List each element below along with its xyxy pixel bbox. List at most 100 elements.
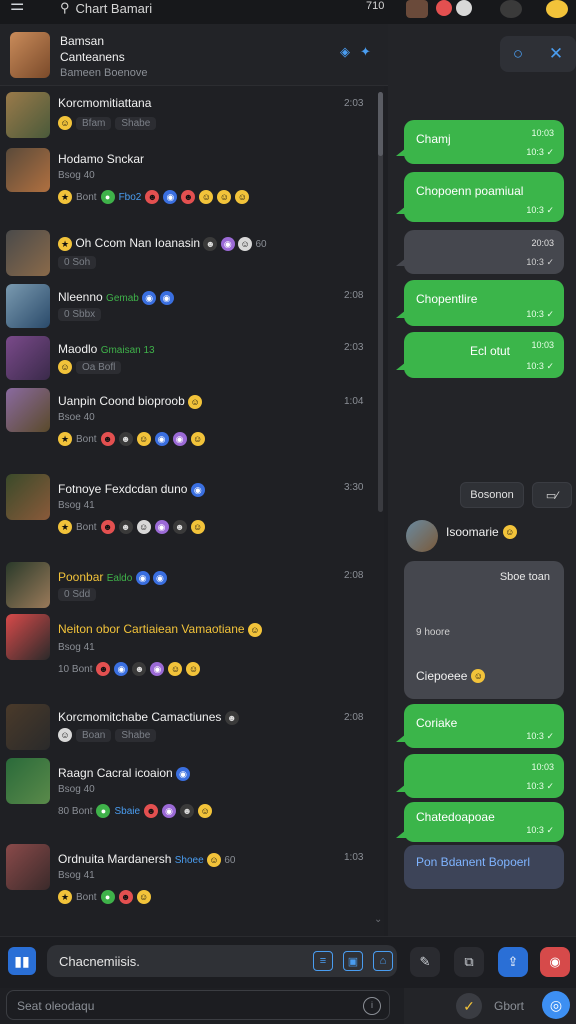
emoji-icon: ☻ xyxy=(145,190,160,204)
hamburger-menu-icon[interactable]: ☰ xyxy=(10,0,32,14)
avatar[interactable] xyxy=(10,32,50,78)
list-item[interactable]: Fotnoye Fexdcdan duno ◉ 3:30 Bsog 41 ★ B… xyxy=(0,474,380,544)
emoji-icon: ☺ xyxy=(247,623,262,637)
input-placeholder: Chacnemiisis. xyxy=(59,954,140,969)
document-icon[interactable]: ✎ xyxy=(410,947,440,977)
conversation-name-text: Ordnuita Mardanersh xyxy=(58,852,172,866)
conversation-name-text: Raagn Cacral icoaion xyxy=(58,766,173,780)
avatar xyxy=(6,388,50,432)
conversation-preview: 0 Soh xyxy=(58,256,97,269)
conversation-preview: 0 Sbbx xyxy=(58,308,102,321)
title-search[interactable]: ⚲ Chart Bamari xyxy=(60,0,152,16)
avatar[interactable] xyxy=(500,0,522,18)
message-input[interactable]: Chacnemiisis. ≡ ▣ ⌂ xyxy=(47,945,397,977)
conversation-preview: Bsog 41 xyxy=(58,500,95,511)
timestamp-text: 10:3 xyxy=(526,361,544,371)
emoji-icon: ☺ xyxy=(471,669,486,683)
record-button[interactable]: ◉ xyxy=(540,947,570,977)
card-footer-text: Ciepoeee xyxy=(416,669,468,683)
list-item[interactable]: Korcmomitiattana 2:03 ☺ Bfam Shabe xyxy=(0,92,380,142)
conversation-preview: 0 Sdd xyxy=(58,588,97,601)
timestamp-text: 10:3 xyxy=(526,205,544,215)
conversation-preview: Oa Bofl xyxy=(76,360,122,374)
emoji-icon: ☻ xyxy=(118,432,133,446)
message-meta: 10:03 xyxy=(531,128,554,138)
image-icon[interactable]: ▣ xyxy=(343,951,363,971)
list-item[interactable]: Poonbar Ealdo ◉ ◉ 2:08 0 Sdd xyxy=(0,562,380,612)
check-icon[interactable]: ✓ xyxy=(456,993,482,1019)
message-bubble[interactable]: Chopentlire 10:3 ✓ xyxy=(404,280,564,326)
message-bubble[interactable]: Coriake 10:3 ✓ xyxy=(404,704,564,748)
share-button[interactable]: ⇪ xyxy=(498,947,528,977)
avatar[interactable] xyxy=(406,520,438,552)
emoji-icon: ☻ xyxy=(96,662,111,676)
emoji-icon: ☻ xyxy=(100,432,115,446)
conversation-name: Korcmomitiattana xyxy=(58,96,152,110)
top-counter: 710 xyxy=(366,0,385,12)
scrollbar-thumb[interactable] xyxy=(378,92,383,156)
timestamp-text: 10:3 xyxy=(526,825,544,835)
conversation-tag: Ealdo xyxy=(106,573,133,584)
conversation-name: Uanpin Coond bioproob ☺ xyxy=(58,394,203,409)
action-chip[interactable]: Bosonon xyxy=(460,482,524,508)
circle-icon[interactable]: ○ xyxy=(513,44,523,64)
conversation-name: Poonbar Ealdo ◉ ◉ xyxy=(58,570,167,585)
list-item[interactable]: Ordnuita Mardanersh Shoee ☺ 60 1:03 Bsog… xyxy=(0,844,380,910)
message-bubble[interactable]: Pon Bdanent Bopoerl xyxy=(404,845,564,889)
feed-label: 10 Bont xyxy=(58,663,93,675)
search-field[interactable]: Seat oleodaqu i xyxy=(6,990,390,1020)
compose-fab[interactable]: ◎ xyxy=(542,991,570,1019)
conversation-tag: Shabe xyxy=(115,728,157,742)
avatar xyxy=(6,92,50,138)
app-title: Chart Bamari xyxy=(75,0,153,16)
shield-icon[interactable]: ◈ xyxy=(340,44,350,60)
emoji-icon: ● xyxy=(96,804,111,818)
list-item[interactable]: Maodlo Gmaisan 13 2:03 ☺ Oa Bofl xyxy=(0,336,380,386)
list-icon[interactable]: ≡ xyxy=(313,951,333,971)
avatar[interactable] xyxy=(406,0,428,18)
attach-button[interactable]: ▮▮ xyxy=(8,947,36,975)
message-timestamp: 10:3 ✓ xyxy=(526,825,554,835)
conversation-preview: Bsog 41 xyxy=(58,870,95,881)
list-item[interactable]: Hodamo Snckar Bsog 40 ★ Bont ● Fbo2 ☻ ◉ … xyxy=(0,148,380,218)
list-item[interactable]: Nleenno Gemab ◉ ◉ 2:08 0 Sbbx xyxy=(0,284,380,332)
info-icon[interactable]: i xyxy=(363,997,381,1015)
pin-icon[interactable]: ✦ xyxy=(360,44,371,60)
close-icon[interactable]: ✕ xyxy=(549,44,563,64)
message-bubble[interactable]: 10:03 10:3 ✓ xyxy=(404,754,564,798)
avatar xyxy=(6,562,50,608)
message-bubble[interactable]: Chamj 10:03 10:3 ✓ xyxy=(404,120,564,164)
sender-name-text: Isoomarie xyxy=(446,525,499,539)
conversation-name-text: Maodlo xyxy=(58,342,98,356)
list-item[interactable]: ★ Oh Ccom Nan Ioanasin ☻ ◉ ☺ 60 0 Soh xyxy=(0,230,380,280)
scroll-down-icon[interactable]: ⌄ xyxy=(374,914,382,925)
edit-chip[interactable]: ▭⁄ xyxy=(532,482,572,508)
status-icon xyxy=(456,0,472,16)
conversation-tag: 60 xyxy=(255,239,267,250)
message-card[interactable]: Sboe toan 9 hoore Ciepoeee ☺ xyxy=(404,561,564,699)
conversation-preview: Bsoe 40 xyxy=(58,412,95,423)
emoji-picker-icon[interactable]: ⌂ xyxy=(373,951,393,971)
emoji-icon: ☺ xyxy=(58,728,72,742)
message-bubble[interactable]: Chopoenn poamiual 10:3 ✓ xyxy=(404,172,564,222)
emoji-icon[interactable] xyxy=(546,0,568,18)
message-text: Chamj xyxy=(416,132,451,146)
conversation-name-text: Neiton obor Cartiaiean Vamaotiane xyxy=(58,622,245,636)
list-item[interactable]: Korcmomitchabe Camactiunes ☻ 2:08 ☺ Boan… xyxy=(0,704,380,754)
list-item[interactable]: Uanpin Coond bioproob ☺ 1:04 Bsoe 40 ★ B… xyxy=(0,388,380,458)
message-bubble[interactable]: Chatedoapoae 10:3 ✓ xyxy=(404,802,564,842)
conversation-name: Hodamo Snckar xyxy=(58,152,145,166)
message-bubble[interactable]: 20:03 10:3 ✓ xyxy=(404,230,564,274)
avatar xyxy=(6,148,50,192)
star-icon: ★ xyxy=(58,890,72,904)
avatar xyxy=(6,284,50,328)
list-item[interactable]: Neiton obor Cartiaiean Vamaotiane ☺ Bsog… xyxy=(0,614,380,684)
clipboard-icon[interactable]: ⧉ xyxy=(454,947,484,977)
conversation-name-text: Fotnoye Fexdcdan duno xyxy=(58,482,188,496)
conversation-tag: Gemab xyxy=(106,293,139,304)
message-bubble[interactable]: Ecl otut 10:03 10:3 ✓ xyxy=(404,332,564,378)
list-item[interactable]: Raagn Cacral icoaion ◉ Bsog 40 80 Bont ●… xyxy=(0,758,380,824)
sender-name: Isoomarie ☺ xyxy=(446,525,517,539)
feed-label: 80 Bont xyxy=(58,805,93,817)
emoji-icon: ☻ xyxy=(203,237,218,251)
